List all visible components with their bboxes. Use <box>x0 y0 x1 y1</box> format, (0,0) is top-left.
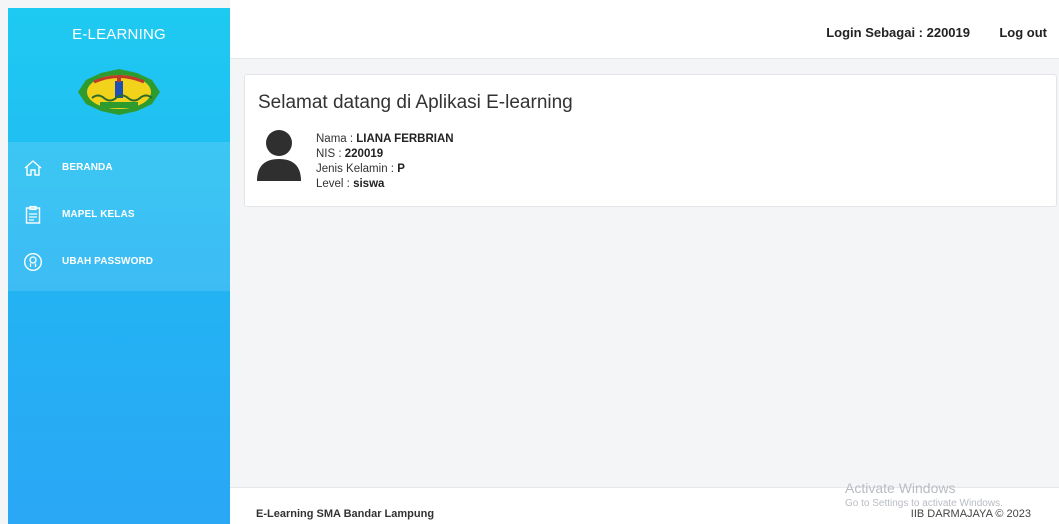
avatar-icon <box>257 130 301 181</box>
info-row-nama: Nama : LIANA FERBRIAN <box>316 133 454 145</box>
student-info: Nama : LIANA FERBRIAN NIS : 220019 Jenis… <box>316 132 454 192</box>
student-level: siswa <box>353 178 385 190</box>
sidebar-item-ubah-password[interactable]: UBAH PASSWORD <box>8 238 230 285</box>
clipboard-icon <box>22 204 44 226</box>
student-nis: 220019 <box>344 148 384 160</box>
footer-copyright: IIB DARMAJAYA © 2023 <box>910 508 1031 520</box>
sidebar-item-beranda[interactable]: BERANDA <box>8 144 230 191</box>
sidebar-item-mapel-kelas[interactable]: MAPEL KELAS <box>8 191 230 238</box>
school-logo-icon <box>78 69 160 115</box>
welcome-card: Selamat datang di Aplikasi E-learning Na… <box>244 74 1057 207</box>
login-status: Login Sebagai : 220019 <box>826 25 970 40</box>
home-icon <box>22 157 44 179</box>
footer: E-Learning SMA Bandar Lampung IIB DARMAJ… <box>230 487 1059 524</box>
sidebar-item-label: MAPEL KELAS <box>62 209 135 220</box>
info-row-level: Level : siswa <box>316 178 385 190</box>
info-row-gender: Jenis Kelamin : P <box>316 163 405 175</box>
sidebar-menu: BERANDA MAPEL KELAS UBAH PASSWORD <box>8 142 230 291</box>
sidebar-item-label: UBAH PASSWORD <box>62 256 154 267</box>
brand-title[interactable]: E-LEARNING <box>8 8 230 68</box>
user-icon <box>22 251 44 273</box>
page-title: Selamat datang di Aplikasi E-learning <box>258 92 573 113</box>
footer-site-name: E-Learning SMA Bandar Lampung <box>256 508 435 520</box>
student-gender: P <box>397 163 405 175</box>
student-name: LIANA FERBRIAN <box>356 133 454 145</box>
sidebar: E-LEARNING BERANDA MAPEL KELAS UBAH PASS… <box>8 8 230 524</box>
sidebar-item-label: BERANDA <box>62 162 113 173</box>
logout-link[interactable]: Log out <box>999 25 1047 40</box>
info-row-nis: NIS : 220019 <box>316 148 384 160</box>
top-bar: Login Sebagai : 220019 Log out <box>230 0 1059 59</box>
school-logo <box>8 68 230 124</box>
